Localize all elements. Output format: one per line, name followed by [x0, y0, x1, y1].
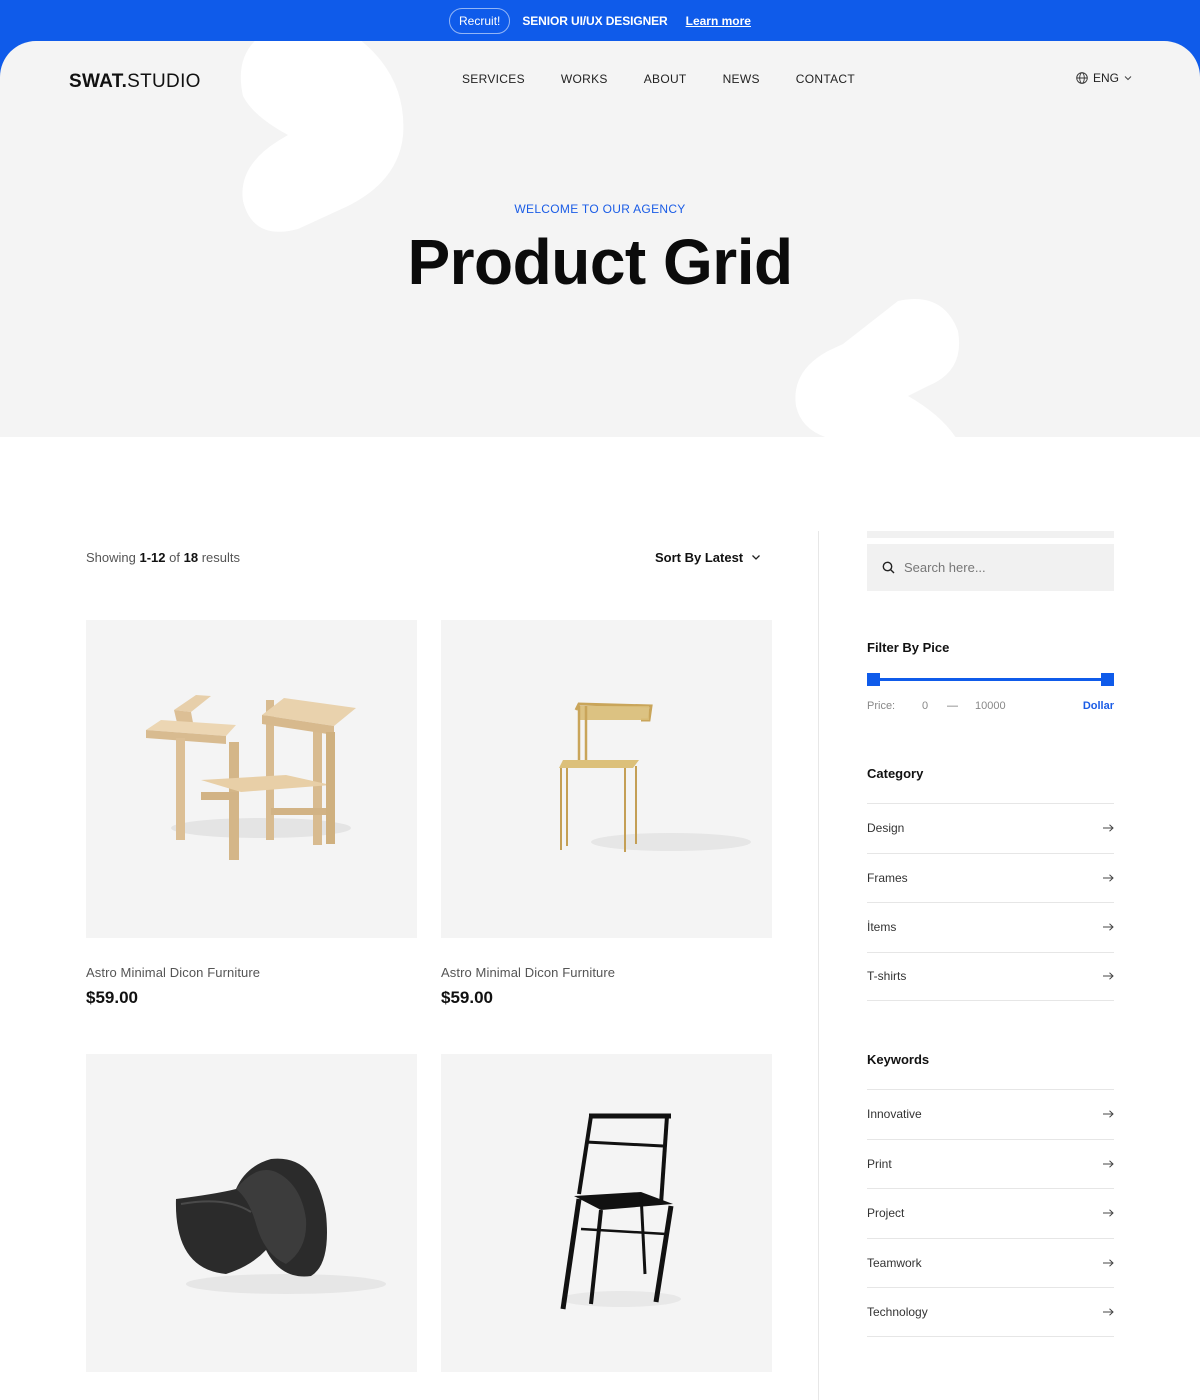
- price-currency[interactable]: Dollar: [1083, 700, 1114, 712]
- page-title: Product Grid: [407, 226, 793, 298]
- category-label: İtems: [867, 920, 897, 935]
- keyword-item[interactable]: Teamwork: [867, 1237, 1114, 1288]
- arrow-right-icon: [1103, 1259, 1114, 1267]
- keyword-list: Innovative Print Project Teamwork Techno…: [867, 1089, 1114, 1337]
- category-heading: Category: [867, 766, 924, 781]
- search-input[interactable]: [904, 560, 1094, 575]
- content-divider: [818, 531, 819, 1400]
- results-count: Showing 1-12 of 18 results: [86, 550, 240, 565]
- arrow-right-icon: [1103, 1160, 1114, 1168]
- category-label: T-shirts: [867, 969, 907, 984]
- category-list: Design Frames İtems T-shirts: [867, 803, 1114, 1001]
- arrow-right-icon: [1103, 923, 1114, 931]
- results-prefix: Showing: [86, 550, 136, 565]
- chevron-down-icon: [1124, 76, 1132, 81]
- search-icon: [882, 561, 895, 574]
- product-card: Astro Minimal Dicon Furniture $59.00: [441, 620, 772, 1008]
- product-image-wooden-armchair[interactable]: [86, 620, 417, 938]
- arrow-right-icon: [1103, 1308, 1114, 1316]
- filter-price-heading: Filter By Pice: [867, 640, 950, 655]
- nav-contact[interactable]: CONTACT: [796, 72, 855, 86]
- results-of: of: [169, 550, 180, 565]
- category-label: Frames: [867, 870, 908, 885]
- slider-track: [873, 678, 1108, 681]
- results-total: 18: [183, 550, 199, 565]
- arrow-right-icon: [1103, 874, 1114, 882]
- decorative-shape-bottom: [795, 299, 960, 437]
- product-image-gold-wire-chair[interactable]: [441, 620, 772, 938]
- nav-news[interactable]: NEWS: [723, 72, 760, 86]
- site-header: SWAT.STUDIO SERVICES WORKS ABOUT NEWS CO…: [0, 41, 1200, 121]
- results-suffix: results: [201, 550, 241, 565]
- keyword-item[interactable]: Innovative: [867, 1089, 1114, 1139]
- keyword-item[interactable]: Project: [867, 1188, 1114, 1238]
- nav-works[interactable]: WORKS: [561, 72, 608, 86]
- gold-wire-chair-illustration: [559, 702, 751, 852]
- hero-section: SWAT.STUDIO SERVICES WORKS ABOUT NEWS CO…: [0, 41, 1200, 437]
- price-label: Price:: [867, 700, 896, 712]
- keyword-label: Technology: [867, 1304, 928, 1319]
- black-curved-stool-illustration: [175, 1158, 386, 1294]
- category-item[interactable]: Design: [867, 803, 1114, 853]
- nav-services[interactable]: SERVICES: [462, 72, 525, 86]
- price-max-value: 10000: [975, 700, 1006, 712]
- wooden-armchair-illustration: [146, 695, 356, 860]
- language-selector[interactable]: ENG: [1076, 71, 1132, 85]
- sort-label: Sort By Latest: [655, 550, 744, 565]
- logo-bold: SWAT.: [69, 71, 128, 92]
- product-image-black-frame-chair[interactable]: [441, 1054, 772, 1372]
- announcement-content: Recruit! SENIOR UI/UX DESIGNER Learn mor…: [0, 7, 1200, 34]
- logo[interactable]: SWAT.STUDIO: [69, 71, 201, 93]
- arrow-right-icon: [1103, 1110, 1114, 1118]
- recruit-badge[interactable]: Recruit!: [449, 7, 511, 34]
- language-label: ENG: [1092, 71, 1119, 85]
- keyword-label: Project: [867, 1206, 905, 1221]
- product-card: [441, 1054, 772, 1372]
- category-item[interactable]: Frames: [867, 852, 1114, 903]
- keyword-label: Teamwork: [867, 1255, 922, 1270]
- hero-kicker: WELCOME TO OUR AGENCY: [514, 202, 686, 216]
- keywords-heading: Keywords: [867, 1052, 930, 1067]
- product-price: $59.00: [86, 988, 138, 1007]
- keyword-label: Innovative: [867, 1107, 922, 1122]
- product-price: $59.00: [441, 988, 493, 1007]
- price-range-slider[interactable]: [867, 673, 1114, 686]
- price-range-values: Price: 0 — 10000 Dollar: [867, 700, 1114, 712]
- keyword-item[interactable]: Technology: [867, 1287, 1114, 1337]
- nav-about[interactable]: ABOUT: [644, 72, 687, 86]
- announcement-job-title: SENIOR UI/UX DESIGNER: [522, 13, 668, 28]
- category-item[interactable]: İtems: [867, 902, 1114, 952]
- product-image-black-curved-stool[interactable]: [86, 1054, 417, 1372]
- product-name[interactable]: Astro Minimal Dicon Furniture: [86, 965, 417, 980]
- sidebar-top-line: [867, 531, 1114, 538]
- logo-light: STUDIO: [127, 71, 201, 92]
- arrow-right-icon: [1103, 1209, 1114, 1217]
- product-card: Astro Minimal Dicon Furniture $59.00: [86, 620, 417, 1008]
- keyword-item[interactable]: Print: [867, 1138, 1114, 1189]
- slider-min-handle[interactable]: [867, 673, 880, 686]
- learn-more-link[interactable]: Learn more: [686, 14, 751, 28]
- sort-dropdown[interactable]: Sort By Latest: [655, 550, 761, 565]
- main-nav: SERVICES WORKS ABOUT NEWS CONTACT: [444, 72, 873, 86]
- black-frame-chair-illustration: [560, 1113, 681, 1310]
- category-label: Design: [867, 821, 905, 836]
- product-name[interactable]: Astro Minimal Dicon Furniture: [441, 965, 772, 980]
- keyword-label: Print: [867, 1156, 892, 1171]
- globe-icon: [1076, 72, 1088, 84]
- slider-max-handle[interactable]: [1101, 673, 1114, 686]
- category-item[interactable]: T-shirts: [867, 951, 1114, 1001]
- chevron-down-icon: [752, 555, 761, 560]
- price-min-value: 0: [922, 700, 929, 712]
- search-box: [867, 544, 1114, 591]
- results-range: 1-12: [139, 550, 166, 565]
- arrow-right-icon: [1103, 824, 1114, 832]
- arrow-right-icon: [1103, 972, 1114, 980]
- product-card: [86, 1054, 417, 1372]
- price-separator: —: [947, 700, 958, 712]
